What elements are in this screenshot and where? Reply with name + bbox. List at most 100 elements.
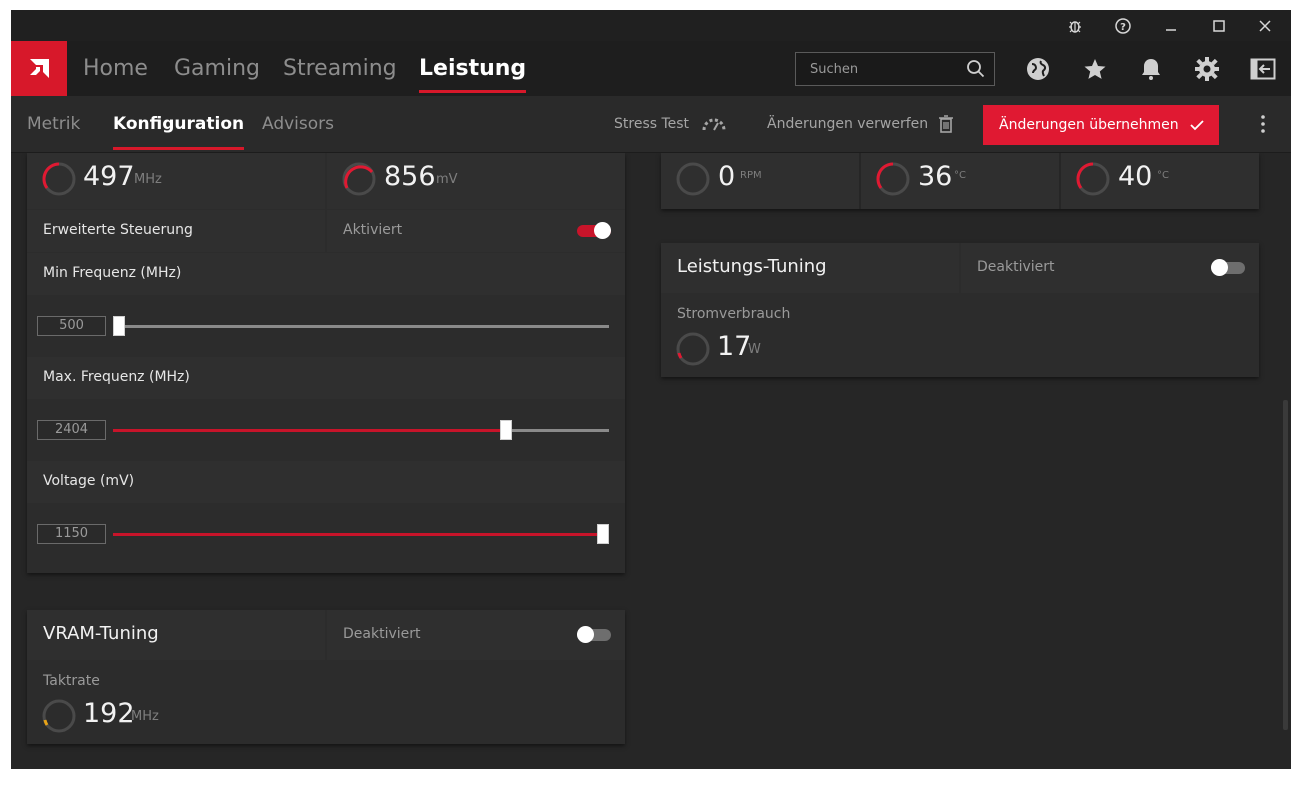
vram-rate-unit: MHz [131, 709, 159, 724]
stress-test-button[interactable]: Stress Test [614, 96, 726, 153]
voltage-slider-row: 1150 [27, 504, 625, 564]
max-freq-slider-fill [113, 429, 506, 432]
temp1-cell: 36 °C [861, 153, 1059, 209]
voltage-gauge-icon [342, 162, 376, 196]
bug-report-icon[interactable] [1065, 16, 1085, 36]
temp2-unit: °C [1157, 170, 1169, 181]
fan-temp-card: 0 RPM 36 °C 40 °C [661, 153, 1259, 209]
power-gauge-icon [676, 332, 710, 366]
clock-value: 497 [83, 161, 135, 192]
speedometer-icon [702, 118, 726, 131]
gear-icon[interactable] [1194, 56, 1220, 82]
fan-gauge-icon [676, 162, 710, 196]
min-freq-slider[interactable] [113, 316, 609, 336]
content-scrollbar[interactable] [1283, 400, 1288, 730]
svg-text:?: ? [1120, 22, 1126, 33]
search-input[interactable] [796, 53, 956, 85]
voltage-header: Voltage (mV) [27, 461, 625, 503]
temp2-cell: 40 °C [1061, 153, 1259, 209]
amd-logo-icon[interactable] [11, 41, 67, 96]
vram-rate-value: 192 [83, 698, 135, 729]
vram-rate-label: Taktrate [43, 673, 100, 689]
power-usage-value: 17 [717, 331, 752, 362]
nav-tab-streaming[interactable]: Streaming [283, 41, 397, 96]
temp2-gauge-icon [1076, 162, 1110, 196]
max-freq-value-input[interactable]: 2404 [37, 420, 106, 440]
tab-konfiguration[interactable]: Konfiguration [113, 96, 245, 153]
clock-gauge-icon [42, 162, 76, 196]
advanced-control-cell: Erweiterte Steuerung [27, 210, 325, 252]
collapse-panel-icon[interactable] [1250, 56, 1276, 82]
temp2-value: 40 [1118, 161, 1153, 192]
vram-state-label: Deaktiviert [343, 626, 421, 642]
vram-title-cell: VRAM-Tuning [27, 610, 325, 660]
max-freq-slider[interactable] [113, 420, 609, 440]
search-box[interactable] [795, 52, 995, 86]
discard-changes-button[interactable]: Änderungen verwerfen [767, 96, 953, 153]
tab-advisors[interactable]: Advisors [262, 96, 334, 153]
maximize-icon[interactable] [1209, 16, 1229, 36]
trash-icon [939, 115, 953, 133]
min-freq-slider-thumb[interactable] [113, 316, 125, 336]
power-state-label: Deaktiviert [977, 259, 1055, 275]
tab-metrik[interactable]: Metrik [27, 96, 80, 153]
fan-rpm-cell: 0 RPM [661, 153, 859, 209]
max-freq-header: Max. Frequenz (MHz) [27, 357, 625, 399]
fan-rpm-unit: RPM [740, 170, 762, 181]
top-navigation: Home Gaming Streaming Leistung [11, 41, 1291, 96]
max-freq-slider-thumb[interactable] [500, 420, 512, 440]
temp1-unit: °C [954, 170, 966, 181]
min-freq-value-input[interactable]: 500 [37, 316, 106, 336]
apply-changes-button[interactable]: Änderungen übernehmen [983, 105, 1219, 145]
max-freq-slider-row: 2404 [27, 400, 625, 460]
min-freq-label: Min Frequenz (MHz) [43, 265, 182, 281]
voltage-slider-thumb[interactable] [597, 524, 609, 544]
fan-rpm-value: 0 [718, 161, 736, 192]
voltage-value-input[interactable]: 1150 [37, 524, 106, 544]
title-bar: ? [11, 10, 1291, 41]
star-icon[interactable] [1082, 56, 1108, 82]
discard-label: Änderungen verwerfen [767, 116, 929, 132]
vram-tuning-toggle[interactable] [577, 626, 611, 643]
power-tuning-toggle[interactable] [1211, 259, 1245, 276]
advanced-control-toggle[interactable] [577, 222, 611, 239]
close-icon[interactable] [1255, 16, 1275, 36]
advanced-control-label: Erweiterte Steuerung [43, 222, 193, 238]
min-freq-header: Min Frequenz (MHz) [27, 253, 625, 295]
temp1-value: 36 [918, 161, 953, 192]
power-state-cell: Deaktiviert [961, 243, 1259, 293]
apply-label: Änderungen übernehmen [999, 117, 1179, 133]
stress-test-label: Stress Test [614, 116, 690, 132]
globe-icon[interactable] [1025, 56, 1051, 82]
check-icon [1190, 120, 1204, 131]
sub-navigation: Metrik Konfiguration Advisors Stress Tes… [11, 96, 1291, 153]
vram-tuning-card: VRAM-Tuning Deaktiviert Taktrate 192 MHz [27, 610, 625, 744]
temp1-gauge-icon [876, 162, 910, 196]
max-freq-label: Max. Frequenz (MHz) [43, 369, 190, 385]
app-window: ? Home Gaming Streaming Leistung Suchen … [11, 10, 1291, 769]
voltage-gauge-cell: 856 mV [327, 153, 625, 209]
vram-state-cell: Deaktiviert [327, 610, 625, 660]
nav-tab-home[interactable]: Home [83, 41, 148, 96]
search-icon[interactable] [966, 59, 986, 79]
voltage-slider-label: Voltage (mV) [43, 473, 135, 489]
more-options-icon[interactable] [1257, 114, 1269, 134]
content-area: 497 MHz 856 mV Erweiterte Steuerung Akti… [11, 153, 1291, 769]
nav-tab-leistung[interactable]: Leistung [419, 41, 527, 96]
voltage-value: 856 [384, 161, 436, 192]
minimize-icon[interactable] [1161, 16, 1181, 36]
advanced-state-cell: Aktiviert [327, 210, 625, 252]
vram-rate-gauge-icon [42, 699, 76, 733]
clock-unit: MHz [134, 172, 162, 187]
clock-gauge-cell: 497 MHz [27, 153, 325, 209]
power-tuning-card: Leistungs-Tuning Deaktiviert Stromverbra… [661, 243, 1259, 377]
power-usage-unit: W [748, 342, 761, 357]
voltage-slider[interactable] [113, 524, 609, 544]
power-title-cell: Leistungs-Tuning [661, 243, 959, 293]
nav-tab-gaming[interactable]: Gaming [174, 41, 260, 96]
power-title: Leistungs-Tuning [677, 256, 827, 277]
advanced-state-label: Aktiviert [343, 222, 403, 238]
voltage-unit: mV [436, 172, 458, 187]
bell-icon[interactable] [1138, 56, 1164, 82]
help-icon[interactable]: ? [1113, 16, 1133, 36]
